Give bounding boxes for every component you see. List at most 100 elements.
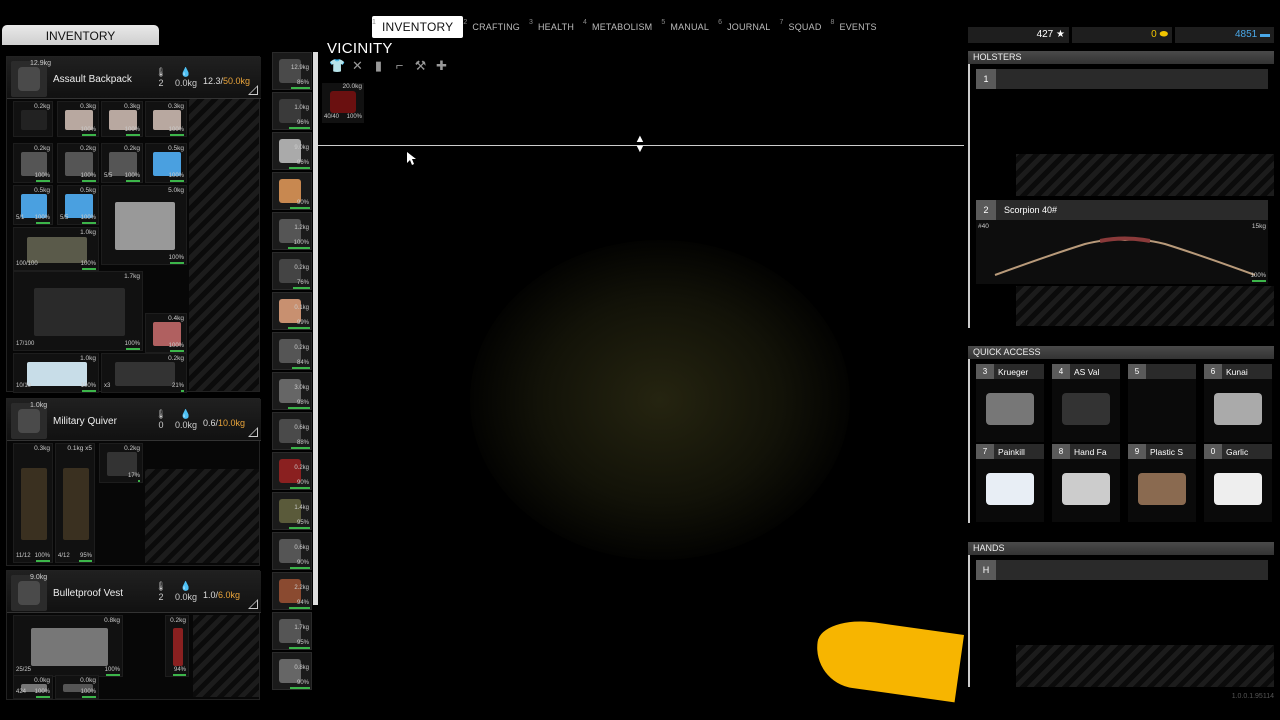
equipped-items-strip: 12.9kg 86% 1.0kg 96% 9.0kg 96% 90% 1.2kg 100% 0.2…: [272, 52, 312, 702]
equipped-item[interactable]: 0.8kg 90%: [272, 652, 312, 690]
equipped-item[interactable]: 0.6kg 90%: [272, 532, 312, 570]
quick-slot-0[interactable]: 0 Garlic: [1204, 444, 1272, 522]
vicinity-item[interactable]: 20.0kg 40/40 100%: [322, 83, 364, 123]
tab-events[interactable]: 8 EVENTS: [831, 16, 886, 38]
hammer-filter-icon[interactable]: ⚒: [413, 58, 428, 74]
item-icon: [21, 110, 47, 130]
gun-filter-icon[interactable]: ⌐: [392, 58, 407, 74]
equipped-item[interactable]: 0.2kg 84%: [272, 332, 312, 370]
quick-slot-6[interactable]: 6 Kunai: [1204, 364, 1272, 442]
equipped-item[interactable]: 90%: [272, 172, 312, 210]
equipped-item[interactable]: 2.2kg 94%: [272, 572, 312, 610]
inventory-item[interactable]: 0.2kg 100% 5/5: [101, 143, 143, 183]
thermometer-icon: 🌡: [155, 581, 167, 591]
inventory-item[interactable]: 1.0kg 100% 100/100: [13, 227, 99, 271]
equipped-item[interactable]: 1.4kg 95%: [272, 492, 312, 530]
equipped-item[interactable]: 1.7kg 95%: [272, 612, 312, 650]
inventory-item[interactable]: 0.3kg 100%: [145, 101, 187, 137]
equipped-item[interactable]: 0.1kg 99%: [272, 292, 312, 330]
empty-slots: [145, 469, 259, 563]
rifle-icon: [1062, 393, 1110, 425]
gold-icon: ⬬: [1159, 29, 1168, 40]
inventory-item[interactable]: 0.2kg 100%: [57, 143, 99, 183]
pistol-icon: [986, 393, 1034, 425]
inventory-item[interactable]: 0.5kg 100% 5/1: [13, 185, 53, 225]
equipped-item[interactable]: 1.0kg 96%: [272, 92, 312, 130]
hands-slot[interactable]: H: [976, 560, 1268, 580]
resize-icon[interactable]: [248, 599, 258, 609]
backpack-header[interactable]: 12.9kg Assault Backpack 🌡 2 💧 0.0kg 12.3/5…: [7, 57, 261, 99]
vest-header[interactable]: 9.0kg Bulletproof Vest 🌡 2 💧 0.0kg 1.0/6.0…: [7, 571, 261, 613]
empty-slots: [1016, 286, 1274, 326]
equipped-item[interactable]: 3.0kg 98%: [272, 372, 312, 410]
equipped-item[interactable]: 9.0kg 96%: [272, 132, 312, 170]
thermometer-icon: 🌡: [155, 409, 167, 419]
quick-slot-8[interactable]: 8 Hand Fa: [1052, 444, 1120, 522]
water-drop-icon: 💧: [180, 67, 192, 77]
medical-filter-icon[interactable]: ✚: [434, 58, 449, 74]
inventory-item[interactable]: 0.2kg 100%: [13, 143, 53, 183]
money-counter: 4851 ▬: [1175, 27, 1274, 43]
resize-icon[interactable]: [248, 427, 258, 437]
resize-icon[interactable]: [248, 85, 258, 95]
inventory-item[interactable]: 0.8kg 100% 25/25: [13, 615, 123, 677]
inventory-item[interactable]: 0.1kg x5 95% 4/12: [55, 443, 95, 563]
grass-scene: [470, 240, 850, 560]
equipment-containers: 12.9kg Assault Backpack 🌡 2 💧 0.0kg 12.3/5…: [6, 52, 261, 702]
quick-slot-9[interactable]: 9 Plastic S: [1128, 444, 1196, 522]
tab-metabolism[interactable]: 4 METABOLISM: [583, 16, 661, 38]
equipped-item[interactable]: 0.2kg 76%: [272, 252, 312, 290]
quick-slot-5[interactable]: 5: [1128, 364, 1196, 442]
quick-slot-3[interactable]: 3 Krueger: [976, 364, 1044, 442]
quiver-header[interactable]: 1.0kg Military Quiver 🌡 0 💧 0.0kg 0.6/10.0…: [7, 399, 261, 441]
quick-slot-4[interactable]: 4 AS Val: [1052, 364, 1120, 442]
inventory-item[interactable]: 0.5kg 100%: [145, 143, 187, 183]
item-icon: [114, 362, 176, 386]
equipped-item[interactable]: 1.2kg 100%: [272, 212, 312, 250]
inventory-item[interactable]: 0.2kg 94%: [165, 615, 189, 677]
inventory-item[interactable]: 0.2kg 17%: [99, 443, 143, 483]
equipped-item[interactable]: 12.9kg 86%: [272, 52, 312, 90]
thermometer-icon: 🌡: [155, 67, 167, 77]
inventory-item[interactable]: 0.3kg 100%: [101, 101, 143, 137]
quick-access-header: QUICK ACCESS: [968, 346, 1274, 359]
tab-health[interactable]: 3 HEALTH: [529, 16, 583, 38]
tab-squad[interactable]: 7 SQUAD: [780, 16, 831, 38]
backpack-container: 12.9kg Assault Backpack 🌡 2 💧 0.0kg 12.3/5…: [6, 56, 261, 393]
inventory-item[interactable]: 0.2kg: [13, 101, 53, 137]
bow-item[interactable]: #40 15kg 100%: [976, 220, 1268, 284]
inventory-item[interactable]: 1.0kg 100% 10/10: [13, 353, 99, 393]
card-icon: ▬: [1260, 29, 1270, 40]
resize-arrows-icon[interactable]: ▲ ▼: [633, 134, 647, 155]
clothing-filter-icon[interactable]: 👕: [329, 58, 345, 74]
mouse-cursor-icon: [407, 152, 416, 171]
bottle-filter-icon[interactable]: ▮: [371, 58, 386, 74]
holster-slot-1[interactable]: 1: [976, 69, 1268, 89]
tab-inventory[interactable]: 1 INVENTORY: [372, 16, 464, 38]
item-icon: [26, 236, 88, 264]
bandage-icon: [1062, 473, 1110, 505]
tools-filter-icon[interactable]: ✕: [350, 58, 365, 74]
tab-journal[interactable]: 6 JOURNAL: [718, 16, 779, 38]
item-icon: [173, 628, 183, 666]
inventory-item[interactable]: 0.0kg 100%: [55, 675, 99, 699]
inventory-item[interactable]: 0.4kg 100%: [145, 313, 187, 353]
inventory-scrollbar[interactable]: [313, 52, 318, 605]
inventory-item[interactable]: 1.7kg 100% 17/100: [13, 271, 143, 351]
inventory-item[interactable]: 0.3kg 100% 11/12: [13, 443, 53, 563]
vicinity-filters: 👕 ✕ ▮ ⌐ ⚒ ✚: [329, 58, 449, 74]
inventory-item[interactable]: 0.3kg 100%: [57, 101, 99, 137]
scissors-icon: [1138, 473, 1186, 505]
tab-crafting[interactable]: 2 CRAFTING: [463, 16, 529, 38]
inventory-item[interactable]: 0.2kg 21% x3: [101, 353, 187, 393]
quick-slot-7[interactable]: 7 Painkill: [976, 444, 1044, 522]
tab-manual[interactable]: 5 MANUAL: [661, 16, 718, 38]
equipped-item[interactable]: 0.2kg 90%: [272, 452, 312, 490]
inventory-item[interactable]: 0.0kg 100% 424: [13, 675, 53, 699]
inventory-item[interactable]: 0.5kg 100% 5/5: [57, 185, 99, 225]
item-icon: [330, 91, 356, 113]
inventory-item[interactable]: 5.0kg 100%: [101, 185, 187, 265]
holster-slot-2[interactable]: 2 Scorpion 40#: [976, 200, 1268, 220]
equipped-item[interactable]: 0.6kg 88%: [272, 412, 312, 450]
backpack-name: Assault Backpack: [53, 74, 132, 85]
